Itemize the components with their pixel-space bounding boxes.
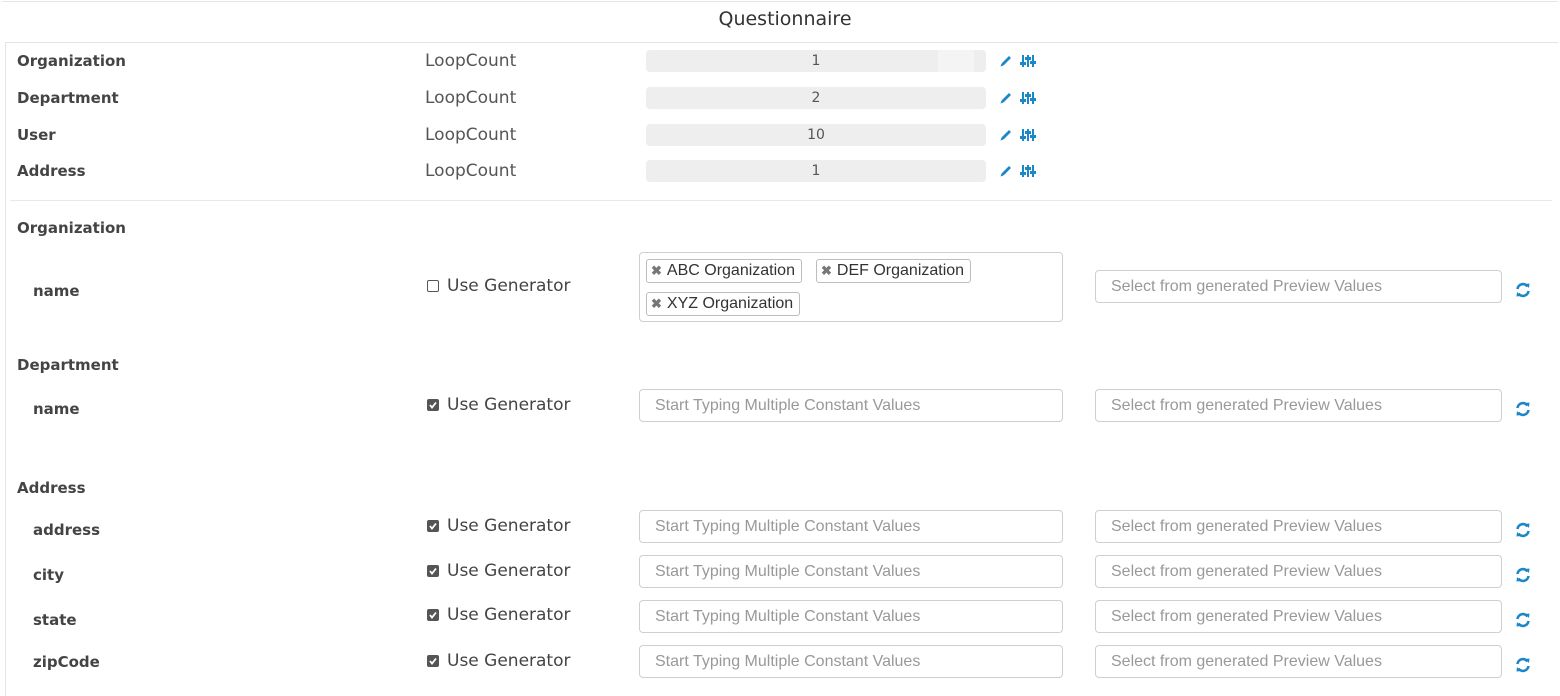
checkbox-checked-icon[interactable]	[427, 655, 439, 667]
section-divider	[10, 200, 1552, 201]
sliders-icon[interactable]	[1020, 54, 1036, 68]
preview-values-input[interactable]: Select from generated Preview Values	[1095, 600, 1502, 633]
loop-count-label: LoopCount	[425, 125, 517, 145]
use-generator-label: Use Generator	[447, 276, 571, 296]
preview-values-input[interactable]: Select from generated Preview Values	[1095, 510, 1502, 543]
pencil-icon[interactable]	[999, 91, 1013, 105]
constant-values-input[interactable]: Start Typing Multiple Constant Values	[639, 389, 1063, 422]
loop-count-label: LoopCount	[425, 88, 517, 108]
tag-label: ABC Organization	[666, 262, 795, 279]
section-header-address: Address	[17, 479, 86, 497]
value-tag: ✖ DEF Organization	[816, 259, 972, 283]
remove-tag-icon[interactable]: ✖	[821, 263, 832, 278]
loop-entity-label: Address	[17, 162, 86, 180]
pencil-icon[interactable]	[999, 54, 1013, 68]
constant-values-input[interactable]: Start Typing Multiple Constant Values	[639, 600, 1063, 633]
pencil-icon[interactable]	[999, 164, 1013, 178]
title-divider	[6, 42, 1558, 43]
loop-entity-label: User	[17, 126, 56, 144]
checkbox-checked-icon[interactable]	[427, 520, 439, 532]
field-label-name: name	[33, 282, 80, 300]
checkbox-checked-icon[interactable]	[427, 399, 439, 411]
refresh-icon[interactable]	[1515, 522, 1531, 538]
panel-left-border	[5, 42, 6, 696]
loop-count-input-organization[interactable]: 1	[646, 50, 986, 72]
field-label-city: city	[33, 566, 64, 584]
field-label-zipcode: zipCode	[33, 653, 100, 671]
loop-count-input-department[interactable]: 2	[646, 87, 986, 109]
page-title: Questionnaire	[718, 8, 852, 30]
use-generator-toggle[interactable]: Use Generator	[427, 395, 571, 415]
field-label-address: address	[33, 521, 101, 539]
use-generator-toggle[interactable]: Use Generator	[427, 561, 571, 581]
use-generator-toggle[interactable]: Use Generator	[427, 276, 571, 296]
field-label-state: state	[33, 611, 77, 629]
remove-tag-icon[interactable]: ✖	[651, 296, 662, 311]
loop-count-value: 1	[811, 53, 821, 69]
checkbox-checked-icon[interactable]	[427, 609, 439, 621]
use-generator-label: Use Generator	[447, 561, 571, 581]
tag-label: XYZ Organization	[666, 295, 794, 312]
pencil-icon[interactable]	[999, 128, 1013, 142]
sliders-icon[interactable]	[1020, 128, 1036, 142]
preview-values-input[interactable]: Select from generated Preview Values	[1095, 389, 1502, 422]
refresh-icon[interactable]	[1515, 401, 1531, 417]
constant-values-tag-input[interactable]: ✖ ABC Organization ✖ DEF Organization ✖ XYZ…	[639, 252, 1063, 322]
constant-values-input[interactable]: Start Typing Multiple Constant Values	[639, 645, 1063, 678]
loop-count-label: LoopCount	[425, 161, 517, 181]
checkbox-checked-icon[interactable]	[427, 565, 439, 577]
loop-count-input-user[interactable]: 10	[646, 124, 986, 146]
field-label-name: name	[33, 400, 80, 418]
preview-values-input[interactable]: Select from generated Preview Values	[1095, 270, 1502, 303]
section-header-organization: Organization	[17, 219, 126, 237]
loop-entity-label: Organization	[17, 52, 126, 70]
loop-count-value: 1	[811, 163, 821, 179]
use-generator-toggle[interactable]: Use Generator	[427, 516, 571, 536]
loop-count-value: 2	[811, 90, 821, 106]
use-generator-toggle[interactable]: Use Generator	[427, 605, 571, 625]
refresh-icon[interactable]	[1515, 657, 1531, 673]
use-generator-label: Use Generator	[447, 516, 571, 536]
preview-values-input[interactable]: Select from generated Preview Values	[1095, 645, 1502, 678]
tag-label: DEF Organization	[836, 262, 965, 279]
loop-count-value: 10	[807, 127, 825, 143]
value-tag: ✖ ABC Organization	[646, 259, 802, 283]
loop-entity-label: Department	[17, 89, 119, 107]
remove-tag-icon[interactable]: ✖	[651, 263, 662, 278]
sliders-icon[interactable]	[1020, 164, 1036, 178]
constant-values-input[interactable]: Start Typing Multiple Constant Values	[639, 510, 1063, 543]
top-border	[2, 1, 1558, 2]
checkbox-unchecked-icon[interactable]	[427, 280, 439, 292]
use-generator-label: Use Generator	[447, 395, 571, 415]
refresh-icon[interactable]	[1515, 567, 1531, 583]
loop-count-input-address[interactable]: 1	[646, 160, 986, 182]
use-generator-toggle[interactable]: Use Generator	[427, 651, 571, 671]
refresh-icon[interactable]	[1515, 282, 1531, 298]
constant-values-input[interactable]: Start Typing Multiple Constant Values	[639, 555, 1063, 588]
use-generator-label: Use Generator	[447, 605, 571, 625]
loop-count-label: LoopCount	[425, 51, 517, 71]
section-header-department: Department	[17, 356, 119, 374]
sliders-icon[interactable]	[1020, 91, 1036, 105]
use-generator-label: Use Generator	[447, 651, 571, 671]
refresh-icon[interactable]	[1515, 612, 1531, 628]
preview-values-input[interactable]: Select from generated Preview Values	[1095, 555, 1502, 588]
value-tag: ✖ XYZ Organization	[646, 292, 801, 316]
